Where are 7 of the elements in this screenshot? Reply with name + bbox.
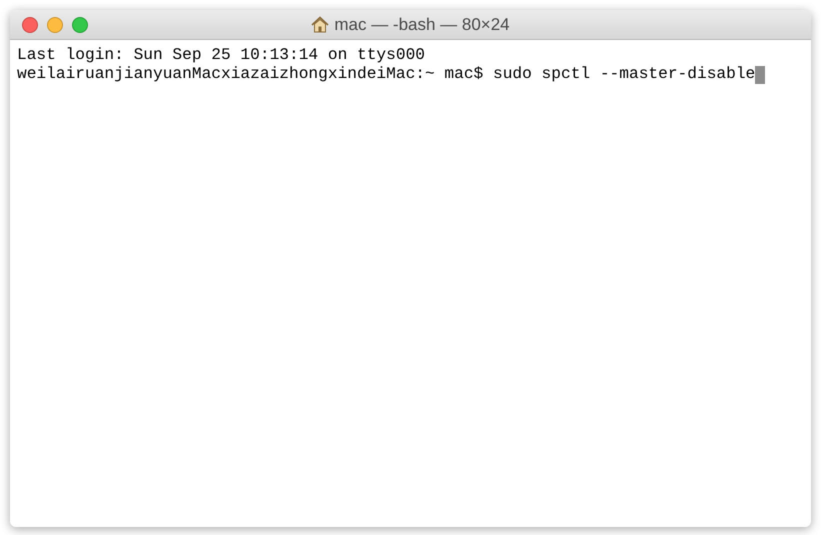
minimize-button[interactable] [47,17,63,33]
house-icon [311,16,330,33]
terminal-line: weilairuanjianyuanMacxiazaizhongxindeiMac:~ mac$ sudo spctl --master-disable [17,65,756,84]
window-title: mac — -bash — 80×24 [334,14,510,36]
zoom-button[interactable] [72,17,88,33]
close-button[interactable] [22,17,38,33]
terminal-line: Last login: Sun Sep 25 10:13:14 on ttys000 [17,46,425,65]
